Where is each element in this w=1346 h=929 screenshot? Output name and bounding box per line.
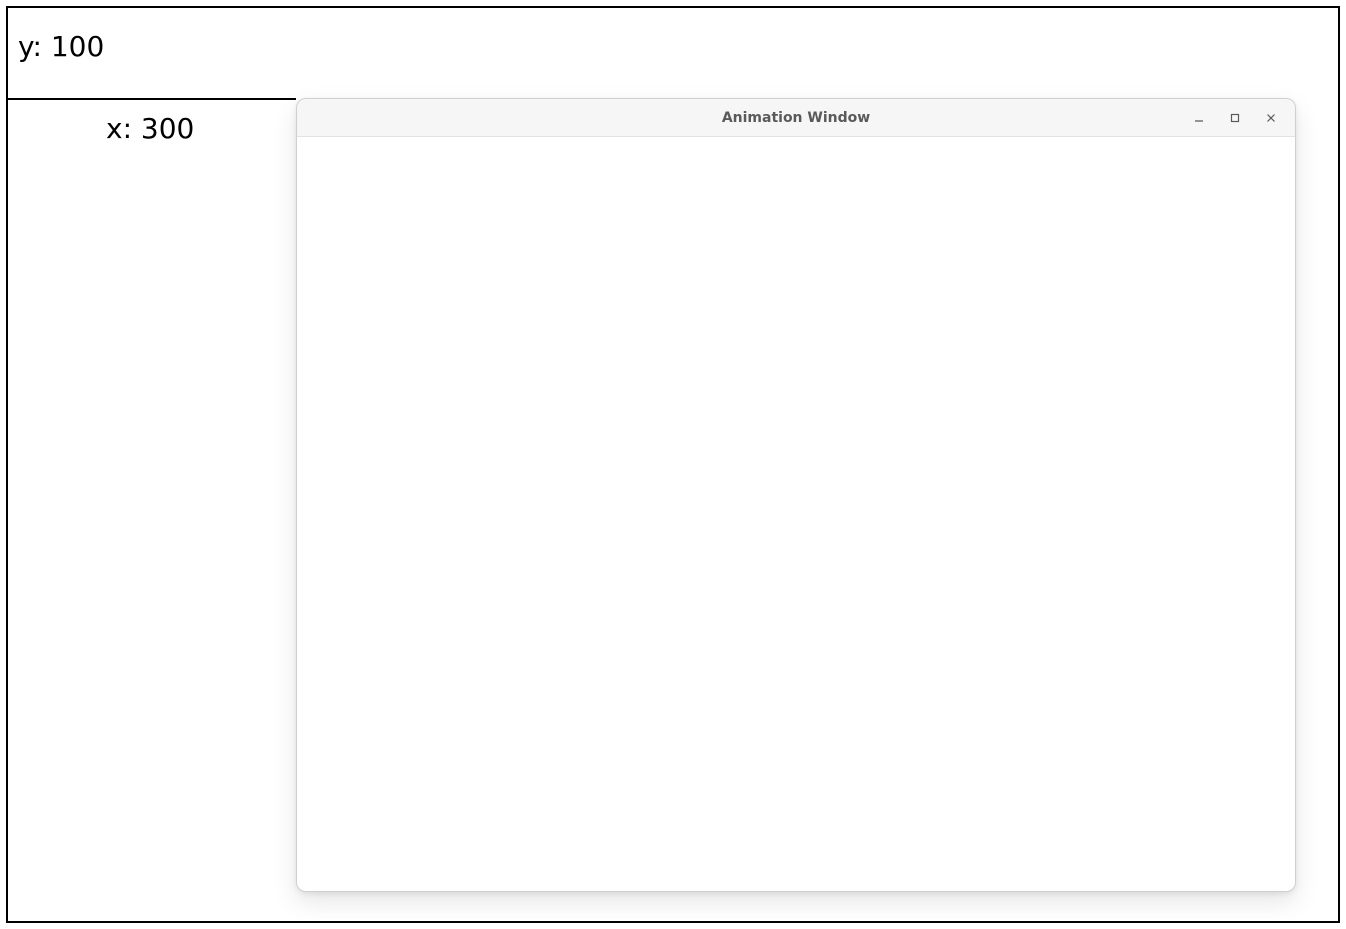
window-content-area [297,137,1295,891]
minimize-icon [1193,112,1205,124]
close-button[interactable] [1253,103,1289,133]
maximize-button[interactable] [1217,103,1253,133]
animation-window[interactable]: Animation Window [296,98,1296,892]
x-offset-label: x: 300 [106,112,194,145]
window-title: Animation Window [722,110,870,126]
minimize-button[interactable] [1181,103,1217,133]
diagram-frame: y: 100 x: 300 Animation Window [6,6,1340,923]
window-titlebar[interactable]: Animation Window [297,99,1295,137]
y-offset-region: y: 100 [8,8,296,100]
maximize-icon [1229,112,1241,124]
y-offset-label: y: 100 [18,30,104,63]
window-controls [1181,99,1289,137]
close-icon [1265,112,1277,124]
